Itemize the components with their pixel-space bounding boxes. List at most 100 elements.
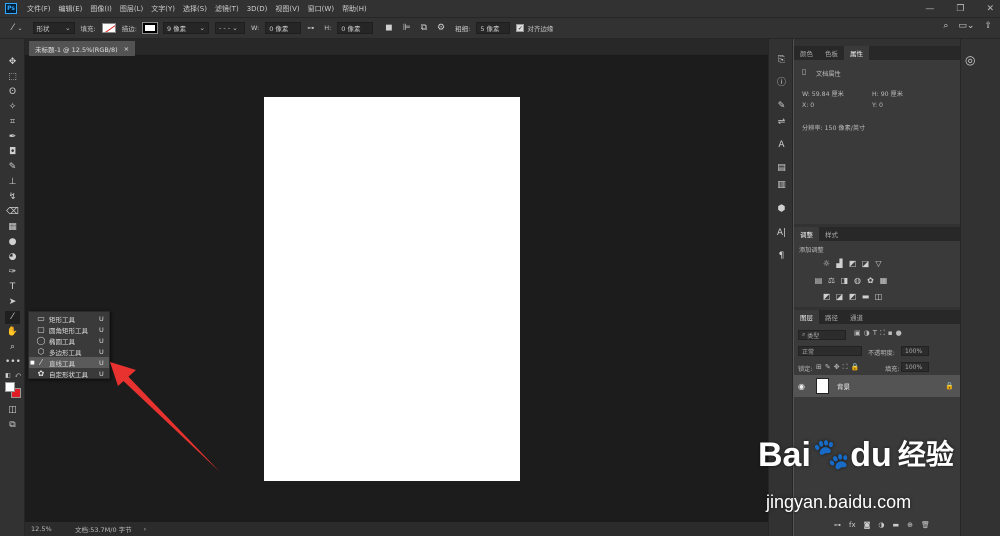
brush-settings-icon[interactable]: ✎	[774, 99, 789, 113]
blur-tool-icon[interactable]: ●	[5, 236, 20, 249]
group-icon[interactable]: ▬	[893, 521, 900, 529]
layer-mask-icon[interactable]: ◙	[864, 521, 871, 529]
menu-image[interactable]: 图像(I)	[90, 4, 112, 14]
menu-3d[interactable]: 3D(D)	[247, 5, 268, 13]
flyout-item-rounded-rectangle[interactable]: ▢ 圆角矩形工具 U	[29, 324, 109, 335]
tab-styles[interactable]: 样式	[819, 227, 844, 241]
character-panel-icon[interactable]: A	[774, 138, 789, 152]
width-field[interactable]: 0 像素	[265, 22, 302, 34]
adjustments-sliders-icon[interactable]: ⇌	[774, 115, 789, 129]
eraser-tool-icon[interactable]: ⌫	[5, 206, 20, 219]
foreground-color-swatch[interactable]	[5, 382, 15, 392]
fill-swatch[interactable]	[101, 23, 116, 33]
stroke-swatch[interactable]	[141, 22, 158, 34]
quick-mask-icon[interactable]: ◫	[5, 404, 20, 417]
zoom-tool-icon[interactable]: ⌕	[5, 341, 20, 354]
crop-tool-icon[interactable]: ⌗	[5, 116, 20, 129]
pen-tool-icon[interactable]: ✑	[5, 266, 20, 279]
black-white-icon[interactable]: ◨	[840, 276, 849, 285]
trash-icon[interactable]: 🗑	[921, 521, 930, 529]
fill-field[interactable]: 100%	[901, 362, 929, 372]
height-field[interactable]: 0 像素	[337, 22, 374, 34]
blend-mode-select[interactable]: 正常	[798, 346, 862, 356]
mode-select[interactable]: 形状 ⌄	[32, 22, 75, 34]
lock-icons[interactable]: ⊞✎✥⛶🔒	[816, 363, 862, 372]
default-colors-icon[interactable]: ◧	[3, 369, 13, 382]
tab-layers[interactable]: 图层	[794, 310, 819, 324]
search-icon[interactable]: ⌕	[943, 21, 948, 31]
eye-icon[interactable]: ◉	[798, 382, 812, 391]
layer-row-background[interactable]: ◉ 背景 🔒	[794, 375, 960, 397]
line-tool-icon[interactable]: ⁄	[5, 311, 20, 324]
hue-saturation-icon[interactable]: ▤	[814, 276, 823, 285]
selective-color-icon[interactable]: ◫	[874, 292, 883, 301]
tab-channels[interactable]: 通道	[844, 310, 869, 324]
invert-icon[interactable]: ◩	[822, 292, 831, 301]
marquee-tool-icon[interactable]: ⬚	[5, 71, 20, 84]
flyout-item-polygon[interactable]: ⬡ 多边形工具 U	[29, 346, 109, 357]
layer-filter-icons[interactable]: ▣◑T⛶▪●	[854, 329, 905, 338]
close-icon[interactable]: ✕	[986, 4, 994, 14]
libraries-icon[interactable]: ◎	[965, 53, 975, 67]
gear-icon[interactable]: ⚙	[437, 23, 445, 33]
menu-select[interactable]: 选择(S)	[183, 4, 207, 14]
more-tools-icon[interactable]: •••	[5, 356, 21, 369]
history-panel-icon[interactable]: ⎘	[774, 53, 789, 67]
tab-adjustments[interactable]: 调整	[794, 227, 819, 241]
brightness-icon[interactable]: ☼	[822, 259, 831, 268]
dodge-tool-icon[interactable]: ◕	[5, 251, 20, 264]
clone-stamp-tool-icon[interactable]: ⊥	[5, 176, 20, 189]
menu-type[interactable]: 文字(Y)	[151, 4, 175, 14]
maximize-icon[interactable]: ❐	[956, 4, 964, 14]
share-icon[interactable]: ⇪	[984, 21, 992, 31]
gradient-tool-icon[interactable]: ▦	[5, 221, 20, 234]
path-selection-tool-icon[interactable]: ➤	[5, 296, 20, 309]
workspace-icon[interactable]: ▭⌄	[958, 21, 974, 31]
paragraph-panel-icon[interactable]: ¶	[774, 249, 789, 263]
menu-layer[interactable]: 图层(L)	[120, 4, 143, 14]
color-balance-icon[interactable]: ⚖	[827, 276, 836, 285]
swap-colors-icon[interactable]: ⤺	[13, 369, 23, 382]
layer-style-icon[interactable]: fx	[849, 521, 856, 529]
path-arrangement-icon[interactable]: ⧉	[421, 23, 427, 33]
move-tool-icon[interactable]: ✥	[5, 56, 20, 69]
healing-brush-tool-icon[interactable]: ◘	[5, 146, 20, 159]
status-expand-icon[interactable]: ›	[144, 525, 147, 533]
minimize-icon[interactable]: —	[925, 4, 934, 14]
channel-mixer-icon[interactable]: ✿	[866, 276, 875, 285]
character-style-icon[interactable]: A|	[774, 226, 789, 240]
document-tab[interactable]: 未标题-1 @ 12.5%(RGB/8) ×	[29, 41, 136, 56]
weight-field[interactable]: 5 像素	[476, 22, 511, 34]
posterize-icon[interactable]: ◪	[835, 292, 844, 301]
align-edges-checkbox[interactable]: ✓ 对齐边缘	[516, 23, 553, 33]
magic-wand-tool-icon[interactable]: ✧	[5, 101, 20, 114]
notes-panel-icon[interactable]: ▥	[774, 178, 789, 192]
opacity-field[interactable]: 100%	[901, 346, 929, 356]
link-layers-icon[interactable]: ⊶	[834, 521, 841, 529]
stroke-type-select[interactable]: - - - ⌄	[214, 22, 245, 34]
3d-panel-icon[interactable]: ⬢	[774, 202, 789, 216]
levels-icon[interactable]: ▟	[835, 259, 844, 268]
path-operations-icon[interactable]: ◼	[385, 23, 392, 33]
flyout-item-ellipse[interactable]: ◯ 椭圆工具 U	[29, 335, 109, 346]
hand-tool-icon[interactable]: ✋	[5, 326, 20, 339]
stroke-width-field[interactable]: 9 像素 ⌄	[162, 22, 209, 34]
menu-help[interactable]: 帮助(H)	[342, 4, 367, 14]
menu-edit[interactable]: 编辑(E)	[59, 4, 83, 14]
menu-window[interactable]: 窗口(W)	[308, 4, 334, 14]
link-icon[interactable]: ⊶	[307, 24, 314, 32]
path-alignment-icon[interactable]: ⊫	[403, 23, 411, 33]
new-layer-icon[interactable]: ⊕	[907, 521, 913, 529]
vibrance-icon[interactable]: ▽	[874, 259, 883, 268]
screen-mode-icon[interactable]: ⧉	[5, 419, 20, 432]
exposure-icon[interactable]: ◪	[861, 259, 870, 268]
menu-file[interactable]: 文件(F)	[27, 4, 51, 14]
history-brush-tool-icon[interactable]: ↯	[5, 191, 20, 204]
menu-filter[interactable]: 滤镜(T)	[215, 4, 239, 14]
flyout-item-custom-shape[interactable]: ✿ 自定形状工具 U	[29, 368, 109, 379]
tab-properties[interactable]: 属性	[844, 46, 869, 60]
layer-filter-select[interactable]: ⌕ 类型	[798, 330, 846, 340]
threshold-icon[interactable]: ◩	[848, 292, 857, 301]
glyphs-panel-icon[interactable]: ▤	[774, 161, 789, 175]
gradient-map-icon[interactable]: ▬	[861, 292, 870, 301]
